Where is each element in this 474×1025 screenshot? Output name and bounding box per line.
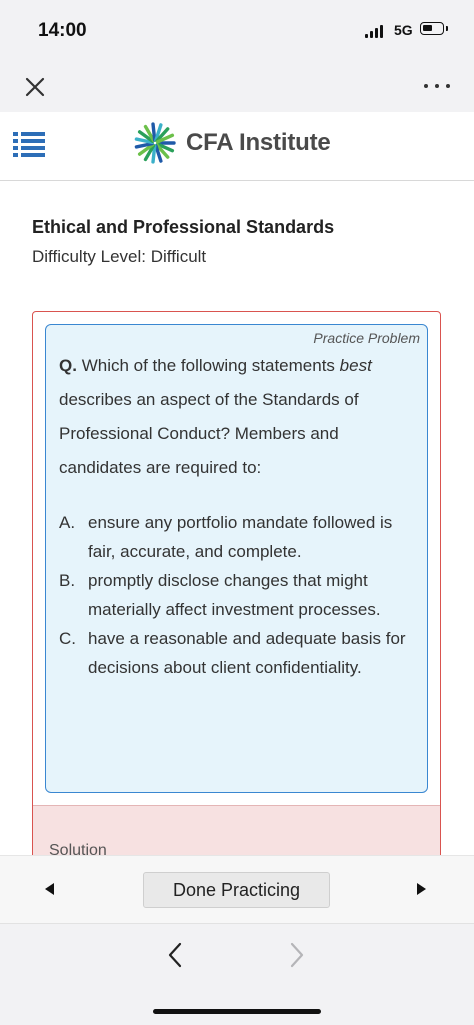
next-arrow-icon[interactable] [416,882,428,901]
menu-icon[interactable] [12,129,46,163]
option-b[interactable]: B. promptly disclose changes that might … [59,566,419,624]
more-icon[interactable] [420,76,454,96]
battery-icon [420,22,444,35]
cfa-logo-icon [133,121,177,165]
nav-bar [0,62,474,112]
forward-chevron-icon[interactable] [288,941,306,974]
section-title: Ethical and Professional Standards [32,217,335,237]
question-text: Q. Which of the following statements bes… [59,349,419,485]
question-line1: Which of the following statements [81,356,335,375]
logo-text: CFA Institute [186,129,331,156]
done-practicing-button[interactable]: Done Practicing [143,872,330,908]
battery-tip [446,26,448,31]
back-chevron-icon[interactable] [166,941,184,974]
option-a[interactable]: A. ensure any portfolio mandate followed… [59,508,419,566]
option-text: promptly disclose changes that might mat… [88,571,381,619]
difficulty-level: Difficulty Level: Difficult [32,247,207,266]
question-emphasis: best [339,356,372,375]
question-rest: describes an aspect of the Standards of … [59,390,359,477]
signal-icon [365,24,385,38]
answer-options: A. ensure any portfolio mandate followed… [59,508,419,682]
network-label: 5G [394,22,413,38]
option-c[interactable]: C. have a reasonable and adequate basis … [59,624,419,682]
close-icon[interactable] [22,74,48,100]
bottom-toolbar: Done Practicing [0,855,474,924]
status-time: 14:00 [38,20,87,41]
option-text: ensure any portfolio mandate followed is… [88,513,393,561]
option-letter: A. [59,513,76,532]
browser-bar [0,923,474,1025]
option-letter: C. [59,629,76,648]
previous-arrow-icon[interactable] [43,882,55,901]
site-header: CFA Institute [0,112,474,181]
option-text: have a reasonable and adequate basis for… [88,629,406,677]
option-letter: B. [59,571,76,590]
question-prefix: Q. [59,356,77,375]
home-indicator [153,1009,321,1014]
status-bar: 14:00 5G [0,0,474,62]
practice-problem-badge: Practice Problem [313,330,420,346]
question-box: Practice Problem Q. Which of the followi… [45,324,428,793]
